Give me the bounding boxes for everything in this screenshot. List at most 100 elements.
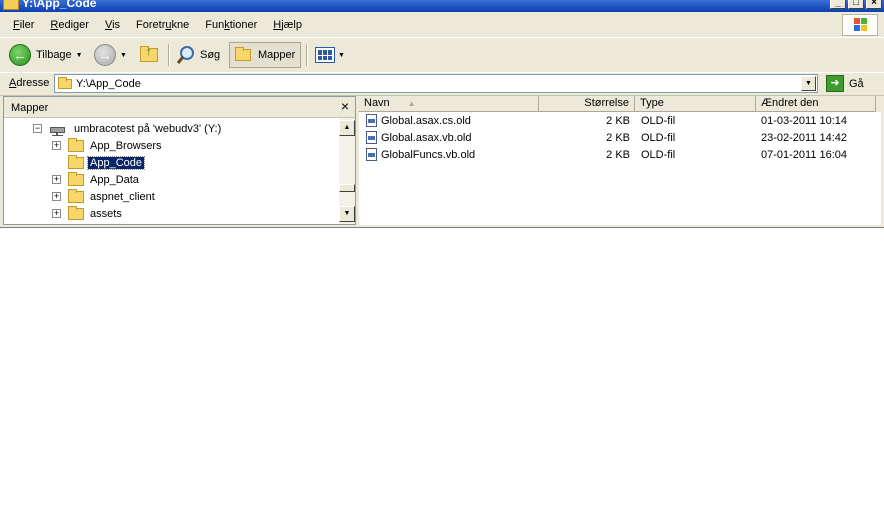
network-drive-icon <box>49 122 67 136</box>
tree-item-label: App_Code <box>87 155 145 170</box>
go-label: Gå <box>849 77 864 90</box>
column-header-modified[interactable]: Ændret den <box>756 96 876 112</box>
file-row[interactable]: GlobalFuncs.vb.old 2 KB OLD-fil 07-01-2011 … <box>359 147 881 164</box>
address-bar: Adresse Y:\App_Code ▼ ➜ Gå <box>0 72 884 96</box>
file-row[interactable]: Global.asax.vb.old 2 KB OLD-fil 23-02-2011 … <box>359 130 881 147</box>
folders-icon <box>235 47 251 61</box>
tree-item-label: umbracotest på 'webudv3' (Y:) <box>74 122 222 135</box>
views-dropdown-arrow-icon[interactable]: ▼ <box>338 52 345 59</box>
folder-pane-title: Mapper <box>11 102 49 114</box>
address-value: Y:\App_Code <box>76 78 141 90</box>
forward-dropdown-arrow-icon[interactable]: ▼ <box>120 52 127 59</box>
back-label: Tilbage <box>36 49 72 61</box>
menu-item[interactable]: Foretrukne <box>128 19 197 31</box>
tree-item-label: assets <box>90 207 122 220</box>
menu-item[interactable]: Filer <box>5 19 42 31</box>
tree-item[interactable]: App_Code <box>52 154 145 171</box>
folder-icon <box>68 205 84 220</box>
column-header-type[interactable]: Type <box>635 96 756 112</box>
address-label: Adresse <box>9 77 50 89</box>
file-icon <box>366 148 377 161</box>
back-arrow-icon: ← <box>9 44 31 66</box>
tree-item[interactable]: − umbracotest på 'webudv3' (Y:) <box>33 120 223 137</box>
expand-icon[interactable]: + <box>52 175 61 184</box>
column-header-name[interactable]: Navn ▲ <box>359 96 539 112</box>
folder-tree-scrollbar[interactable]: ▲ ▼ <box>339 118 355 224</box>
minimize-button[interactable]: _ <box>830 0 846 9</box>
folder-icon <box>68 188 84 203</box>
tree-item-label: App_Browsers <box>90 139 162 152</box>
file-row[interactable]: Global.asax.cs.old 2 KB OLD-fil 01-03-2011 … <box>359 113 881 130</box>
back-dropdown-arrow-icon[interactable]: ▼ <box>76 52 83 59</box>
back-button[interactable]: ← Tilbage ▼ <box>9 42 83 68</box>
column-header-size[interactable]: Størrelse <box>539 96 635 112</box>
search-button[interactable]: Søg <box>176 42 220 68</box>
file-modified: 23-02-2011 14:42 <box>761 132 848 144</box>
title-bar[interactable]: Y:\App_Code _ □ × <box>0 0 884 12</box>
file-list-header: Navn ▲ Størrelse Type Ændret den <box>359 96 881 112</box>
up-folder-button[interactable]: ↑ <box>140 42 164 68</box>
file-modified: 01-03-2011 10:14 <box>761 115 848 127</box>
folders-toggle-button[interactable]: Mapper <box>229 42 302 68</box>
tree-item-label: App_Data <box>90 173 139 186</box>
search-label: Søg <box>200 49 221 61</box>
address-dropdown-button[interactable]: ▼ <box>801 76 816 91</box>
scroll-down-button[interactable]: ▼ <box>339 206 355 222</box>
close-window-button[interactable]: × <box>866 0 882 9</box>
scroll-up-button[interactable]: ▲ <box>339 120 355 136</box>
file-type: OLD-fil <box>641 115 676 127</box>
tree-item[interactable]: + App_Browsers <box>52 137 164 154</box>
folder-icon <box>68 154 84 169</box>
tree-item[interactable]: + assets <box>52 205 124 222</box>
file-size: 2 KB <box>606 132 630 144</box>
expand-icon[interactable]: + <box>52 209 61 218</box>
expand-icon[interactable]: + <box>52 141 61 150</box>
file-type: OLD-fil <box>641 149 676 161</box>
folders-label: Mapper <box>258 49 296 61</box>
menu-item[interactable]: Funktioner <box>197 19 265 31</box>
file-list: Navn ▲ Størrelse Type Ændret den Global.a… <box>359 96 881 225</box>
menu-item[interactable]: Hjælp <box>265 19 310 31</box>
go-arrow-icon: ➜ <box>826 75 844 92</box>
forward-button[interactable]: → ▼ <box>94 42 127 68</box>
up-arrow-icon: ↑ <box>146 46 152 58</box>
folder-window-icon <box>3 0 19 10</box>
menu-item[interactable]: Vis <box>97 19 128 31</box>
folder-tree: − umbracotest på 'webudv3' (Y:) + App_Brows… <box>4 118 340 224</box>
address-input[interactable]: Y:\App_Code ▼ <box>54 74 818 93</box>
scroll-thumb[interactable] <box>339 184 355 192</box>
file-name: GlobalFuncs.vb.old <box>381 149 476 161</box>
tree-item[interactable]: + aspnet_client <box>52 188 157 205</box>
tree-item-label: aspnet_client <box>90 190 155 203</box>
window-title: Y:\App_Code <box>22 0 97 10</box>
maximize-button[interactable]: □ <box>848 0 864 9</box>
toolbar: ← Tilbage ▼ → ▼ ↑ Søg Mapper ▼ <box>0 38 884 73</box>
forward-arrow-icon: → <box>94 44 116 66</box>
file-icon <box>366 131 377 144</box>
menu-items: Filer Rediger Vis Foretrukne Funktioner Hjælp <box>5 19 310 31</box>
views-button[interactable]: ▼ <box>315 42 345 68</box>
views-icon <box>315 47 335 63</box>
file-name: Global.asax.cs.old <box>381 115 471 127</box>
file-size: 2 KB <box>606 149 630 161</box>
file-size: 2 KB <box>606 115 630 127</box>
folder-icon <box>68 171 84 186</box>
tree-item[interactable]: + App_Data <box>52 171 141 188</box>
windows-logo <box>842 14 878 36</box>
search-icon <box>176 46 194 64</box>
toolbar-separator <box>168 44 170 66</box>
file-name: Global.asax.vb.old <box>381 132 472 144</box>
folder-pane-close-icon[interactable]: × <box>341 98 349 114</box>
file-icon <box>366 114 377 127</box>
file-modified: 07-01-2011 16:04 <box>761 149 848 161</box>
expand-icon[interactable]: + <box>52 192 61 201</box>
folder-icon <box>68 137 84 152</box>
file-type: OLD-fil <box>641 132 676 144</box>
folder-pane-header: Mapper × <box>4 97 355 118</box>
collapse-icon[interactable]: − <box>33 124 42 133</box>
folder-pane: Mapper × − umbracotest på 'webudv3' (Y:) +… <box>3 96 356 225</box>
address-folder-icon <box>58 77 72 89</box>
menu-item[interactable]: Rediger <box>42 19 97 31</box>
windows-flag-icon <box>854 18 868 32</box>
go-button[interactable]: ➜ Gå <box>826 74 864 93</box>
